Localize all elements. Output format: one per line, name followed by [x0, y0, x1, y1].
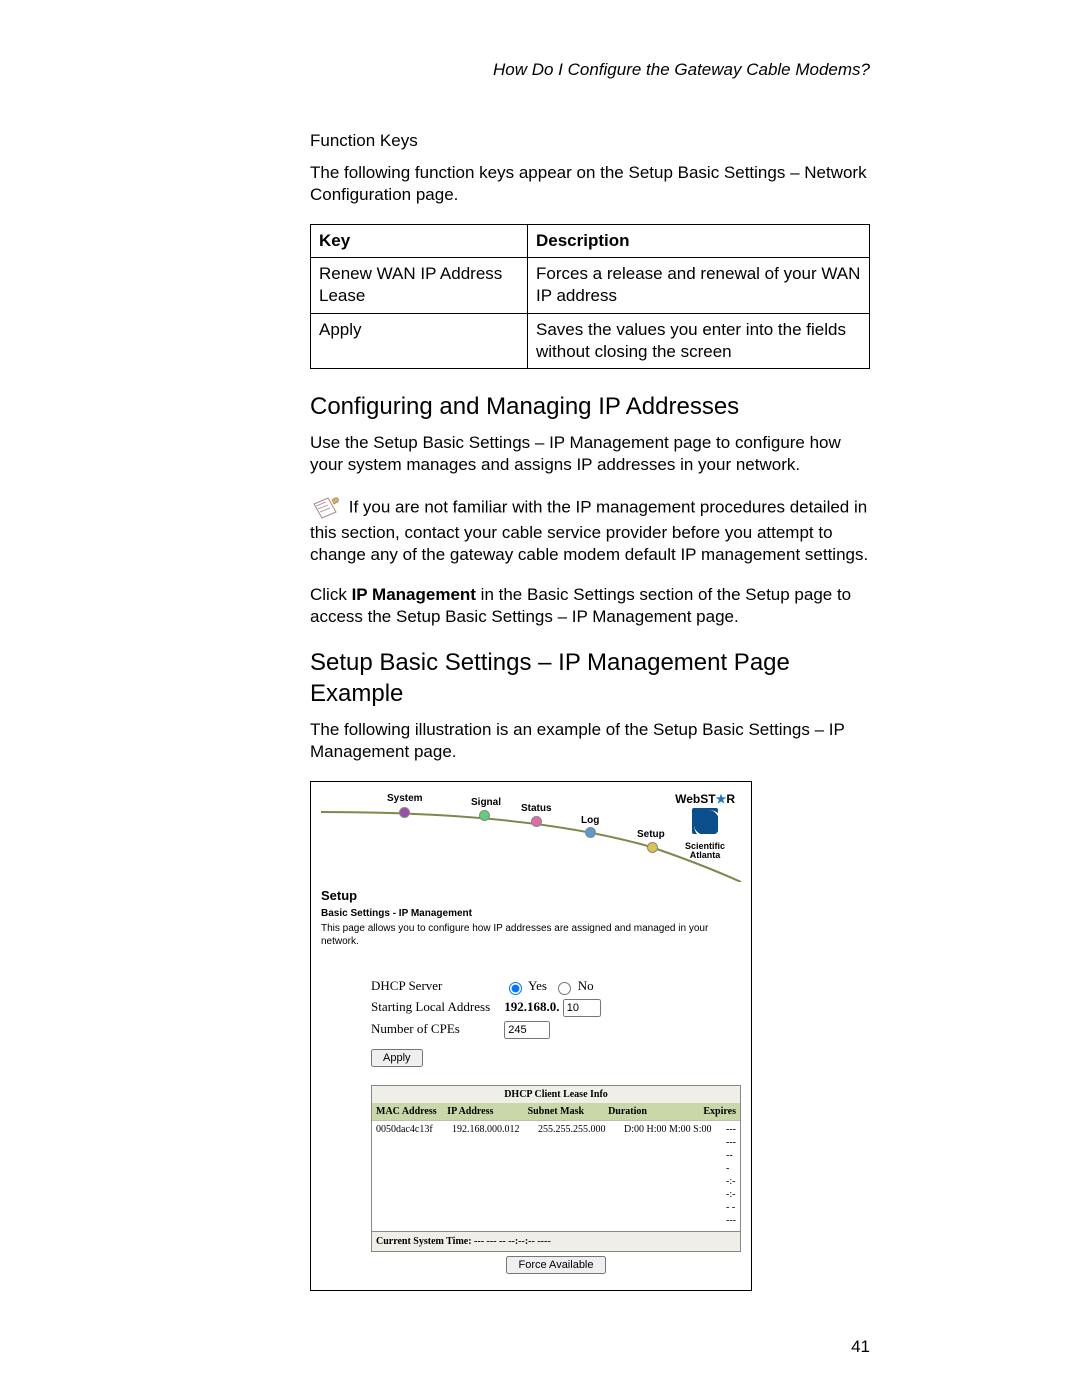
ip-management-screenshot: System Signal Status Log Setup WebST★R S… — [310, 781, 752, 1291]
start-address-label: Starting Local Address — [371, 999, 501, 1016]
sa-logo-icon — [692, 808, 718, 834]
page-header-question: How Do I Configure the Gateway Cable Mod… — [0, 60, 870, 80]
dhcp-no-radio[interactable] — [558, 982, 571, 995]
function-keys-intro: The following function keys appear on th… — [310, 162, 870, 206]
configuring-ip-heading: Configuring and Managing IP Addresses — [310, 391, 870, 422]
lease-title: DHCP Client Lease Info — [372, 1086, 740, 1103]
configuring-ip-p1: Use the Setup Basic Settings – IP Manage… — [310, 432, 870, 476]
note-paragraph: If you are not familiar with the IP mana… — [310, 494, 870, 566]
nav-area: System Signal Status Log Setup WebST★R S… — [321, 792, 741, 882]
screenshot-setup-desc: This page allows you to configure how IP… — [321, 922, 741, 948]
click-ip-management: Click IP Management in the Basic Setting… — [310, 584, 870, 628]
nav-status[interactable]: Status — [521, 802, 552, 815]
table-header-desc: Description — [528, 225, 870, 258]
cell-key: Renew WAN IP Address Lease — [311, 258, 528, 313]
page-number: 41 — [851, 1337, 870, 1357]
system-time: Current System Time: --- --- -- --:--:--… — [372, 1231, 740, 1251]
nav-signal[interactable]: Signal — [471, 796, 501, 809]
function-keys-heading: Function Keys — [310, 130, 870, 152]
nav-log[interactable]: Log — [581, 814, 599, 827]
force-available-button[interactable]: Force Available — [506, 1256, 605, 1274]
lease-row: 0050dac4c13f 192.168.000.012 255.255.255… — [372, 1121, 740, 1229]
nav-dot-setup-icon[interactable] — [647, 842, 658, 853]
lease-header-row: MAC Address IP Address Subnet Mask Durat… — [372, 1103, 740, 1120]
start-address-input[interactable] — [563, 999, 601, 1017]
page-example-heading: Setup Basic Settings – IP Management Pag… — [310, 647, 870, 709]
nav-dot-status-icon[interactable] — [531, 816, 542, 827]
page-example-intro: The following illustration is an example… — [310, 719, 870, 763]
brand-logo: WebST★R Scientific Atlanta — [675, 792, 735, 860]
nav-dot-signal-icon[interactable] — [479, 810, 490, 821]
function-keys-table: Key Description Renew WAN IP Address Lea… — [310, 224, 870, 368]
dhcp-server-label: DHCP Server — [371, 978, 501, 995]
nav-dot-system-icon[interactable] — [399, 807, 410, 818]
form-area: DHCP Server Yes No Starting Local Addres… — [371, 978, 741, 1278]
nav-setup[interactable]: Setup — [637, 828, 665, 841]
webstar-logo: WebST★R — [675, 792, 735, 808]
table-row: Apply Saves the values you enter into th… — [311, 313, 870, 368]
screenshot-setup-heading: Setup — [321, 888, 741, 905]
table-header-key: Key — [311, 225, 528, 258]
note-text: If you are not familiar with the IP mana… — [310, 498, 868, 565]
cell-desc: Forces a release and renewal of your WAN… — [528, 258, 870, 313]
dhcp-yes-radio[interactable] — [509, 982, 522, 995]
apply-button[interactable]: Apply — [371, 1049, 423, 1067]
cpe-input[interactable] — [504, 1021, 550, 1039]
lease-info-box: DHCP Client Lease Info MAC Address IP Ad… — [371, 1085, 741, 1252]
screenshot-setup-sub: Basic Settings - IP Management — [321, 907, 741, 920]
cell-desc: Saves the values you enter into the fiel… — [528, 313, 870, 368]
cell-key: Apply — [311, 313, 528, 368]
cpe-label: Number of CPEs — [371, 1021, 501, 1038]
table-row: Renew WAN IP Address Lease Forces a rele… — [311, 258, 870, 313]
note-icon — [310, 494, 344, 522]
nav-dot-log-icon[interactable] — [585, 827, 596, 838]
nav-system[interactable]: System — [387, 792, 423, 805]
